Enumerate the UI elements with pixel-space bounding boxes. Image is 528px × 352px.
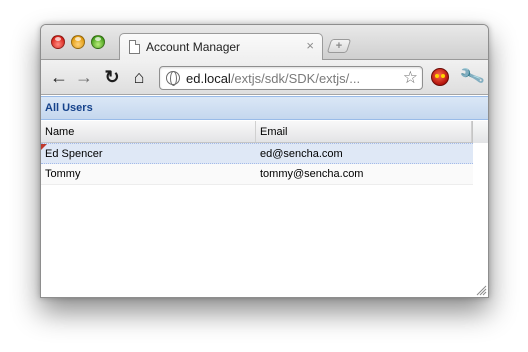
column-header-label: Name bbox=[45, 126, 75, 138]
star-icon[interactable]: ☆ bbox=[403, 68, 418, 88]
url-host: ed.local bbox=[186, 71, 231, 86]
table-row[interactable]: Tommy tommy@sencha.com bbox=[41, 164, 473, 185]
cell-name[interactable]: Ed Spencer bbox=[45, 148, 102, 160]
tab-account-manager[interactable]: Account Manager × bbox=[119, 33, 323, 61]
reload-button[interactable]: ↻ bbox=[102, 66, 122, 88]
url-path: /extjs/sdk/SDK/extjs/... bbox=[230, 71, 361, 86]
page-icon bbox=[129, 40, 140, 54]
table-row[interactable]: Ed Spencer ed@sencha.com bbox=[41, 143, 473, 164]
grid-panel-header: All Users bbox=[41, 96, 488, 120]
tab-close-icon[interactable]: × bbox=[306, 39, 314, 53]
column-header-email[interactable]: Email bbox=[256, 121, 472, 142]
cell-name[interactable]: Tommy bbox=[45, 168, 80, 180]
cell-email[interactable]: ed@sencha.com bbox=[260, 148, 343, 160]
browser-window: Account Manager × + ← → ↻ ⌂ ed.local/ext… bbox=[40, 24, 489, 298]
back-button[interactable]: ← bbox=[49, 66, 69, 88]
home-button[interactable]: ⌂ bbox=[129, 66, 149, 88]
column-header-label: Email bbox=[260, 126, 288, 138]
wrench-icon[interactable]: 🔧 bbox=[458, 63, 486, 90]
forward-button[interactable]: → bbox=[74, 66, 94, 88]
tab-title: Account Manager bbox=[146, 40, 241, 54]
address-bar[interactable]: ed.local/extjs/sdk/SDK/extjs/... ☆ bbox=[159, 66, 423, 90]
globe-icon bbox=[166, 71, 180, 86]
grid-column-headers: Name Email bbox=[41, 121, 488, 143]
zoom-window-button[interactable] bbox=[91, 35, 105, 49]
panel-title: All Users bbox=[45, 102, 93, 114]
browser-toolbar: ← → ↻ ⌂ ed.local/extjs/sdk/SDK/extjs/...… bbox=[41, 60, 488, 95]
grid-body: Ed Spencer ed@sencha.com Tommy tommy@sen… bbox=[41, 143, 473, 185]
plus-icon: + bbox=[335, 40, 343, 52]
extension-icon[interactable] bbox=[431, 68, 449, 86]
url-text: ed.local/extjs/sdk/SDK/extjs/... bbox=[186, 71, 360, 86]
new-tab-button[interactable]: + bbox=[326, 39, 352, 53]
scrollbar-header-spacer bbox=[472, 121, 488, 143]
resize-grip-icon[interactable] bbox=[476, 285, 487, 296]
cell-email[interactable]: tommy@sencha.com bbox=[260, 168, 363, 180]
tab-strip: Account Manager × + bbox=[41, 25, 488, 61]
close-window-button[interactable] bbox=[51, 35, 65, 49]
minimize-window-button[interactable] bbox=[71, 35, 85, 49]
column-header-name[interactable]: Name bbox=[41, 121, 256, 142]
